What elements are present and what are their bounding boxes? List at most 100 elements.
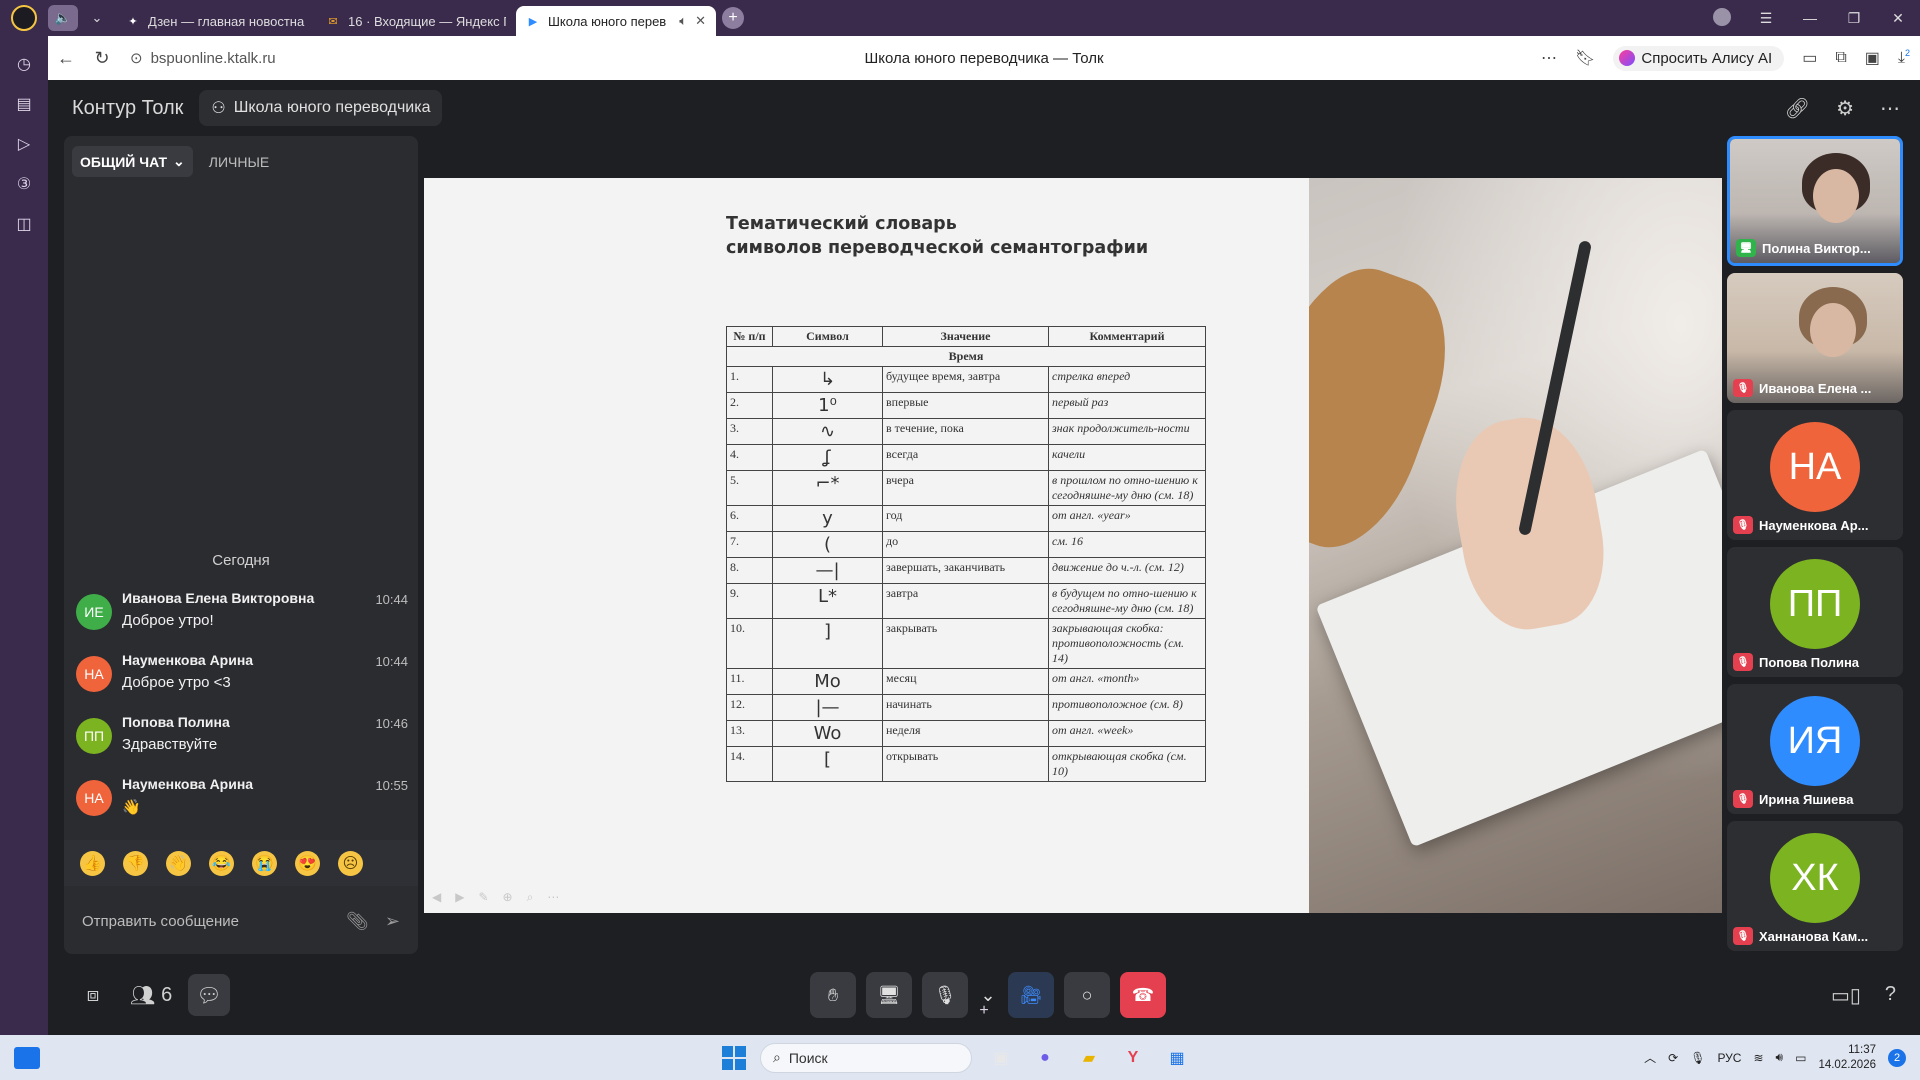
camera-button[interactable]: 🎥︎ (1008, 972, 1054, 1018)
play-icon[interactable]: ▷ (10, 130, 38, 158)
row-number: 5. (726, 470, 773, 506)
battery-icon[interactable]: ▭ (1795, 1051, 1806, 1065)
microphone-off-button[interactable]: 🎙︎ (922, 972, 968, 1018)
participant-tile[interactable]: ПП 🎙︎ Попова Полина (1727, 547, 1903, 677)
apps-icon[interactable]: ⧈ (72, 974, 114, 1016)
taskbar-search[interactable]: ⌕ Поиск (760, 1042, 972, 1073)
reaction-emoji[interactable]: 😍 (295, 850, 320, 876)
participant-tile[interactable]: НА 🎙︎ Науменкова Ар... (1727, 410, 1903, 540)
restore-button[interactable]: ❐ (1832, 10, 1876, 27)
tab-sound-icon[interactable]: 🔈 (48, 5, 78, 31)
participant-tile[interactable]: ИЯ 🎙︎ Ирина Яшиева (1727, 684, 1903, 814)
participants-button[interactable]: 👥︎ 6 (130, 974, 173, 1016)
reload-button[interactable]: ↻ (84, 48, 120, 69)
tray-chevron-icon[interactable]: ︿ (1644, 1049, 1656, 1066)
tab-private-chat[interactable]: ЛИЧНЫЕ (201, 147, 277, 177)
reaction-emoji[interactable]: 👍 (80, 850, 105, 876)
settings-icon[interactable]: ⚙ (1836, 96, 1854, 121)
notification-badge[interactable]: 2 (1888, 1048, 1906, 1067)
browser-tab[interactable]: ✦ Дзен — главная новостна (116, 6, 316, 36)
close-tab-icon[interactable]: ✕ (695, 13, 706, 29)
close-window-button[interactable]: ✕ (1876, 10, 1920, 27)
file-explorer-icon[interactable]: ▰ (1074, 1043, 1104, 1073)
store-icon[interactable]: ▦ (1162, 1043, 1192, 1073)
slide-prev-icon[interactable]: ◀ (432, 890, 441, 905)
collections-icon[interactable]: ▤ (10, 90, 38, 118)
message-time: 10:55 (375, 778, 408, 793)
attach-icon[interactable]: 📎︎ (346, 911, 369, 932)
history-icon[interactable]: ◷ (10, 50, 38, 78)
participant-tile[interactable]: 🎙︎ Иванова Елена ... (1727, 273, 1903, 403)
browser-logo-icon[interactable] (0, 0, 48, 36)
chat-message[interactable]: НА Науменкова Арина Доброе утро <3 10:44 (64, 644, 418, 706)
reaction-emoji[interactable]: ☹ (338, 850, 363, 876)
raise-hand-button[interactable]: ✋︎ (810, 972, 856, 1018)
yandex-browser-icon[interactable]: Y (1118, 1043, 1148, 1073)
profile-icon[interactable] (1700, 7, 1744, 29)
participant-tile[interactable]: ХК 🎙︎ Ханнанова Кам... (1727, 821, 1903, 951)
extensions-icon[interactable]: ⧉ (1835, 49, 1846, 67)
extension-check-icon[interactable]: ▣ (1865, 48, 1880, 68)
mic-tray-icon[interactable]: 🎙︎ (1690, 1051, 1705, 1065)
table-row: 12. |— начинать противоположное (см. 8) (726, 694, 1206, 721)
more-menu-icon[interactable]: ⋯ (1880, 96, 1900, 121)
browser-tab[interactable]: ▶ Школа юного перев 🔈︎ ✕ (516, 6, 716, 36)
site-info-icon[interactable]: ⊙ (130, 49, 143, 67)
start-button[interactable] (722, 1045, 746, 1070)
send-icon[interactable]: ➢ (385, 911, 400, 932)
volume-icon[interactable]: 🔊︎ (1776, 1050, 1784, 1065)
browser-tab[interactable]: ✉ 16 · Входящие — Яндекс Г (316, 6, 516, 36)
mic-options-chevron-icon[interactable]: ⌄ (978, 972, 998, 1018)
task-view-icon[interactable]: ▣ (986, 1043, 1016, 1073)
language-indicator[interactable]: РУС (1717, 1051, 1741, 1065)
chat-app-icon[interactable]: ● (1030, 1043, 1060, 1073)
tabs-dropdown-icon[interactable]: ⌄ (82, 5, 112, 31)
downloads-icon[interactable]: ⤓2 (1898, 48, 1910, 67)
clock[interactable]: 11:37 14.02.2026 (1818, 1043, 1876, 1073)
chat-message[interactable]: НА Науменкова Арина 👋 10:55 (64, 768, 418, 830)
sync-icon[interactable]: ⟳ (1668, 1051, 1678, 1065)
row-comment: движение до ч.-л. (см. 12) (1048, 557, 1206, 584)
url-field[interactable]: ⊙ bspuonline.ktalk.ru (130, 49, 276, 68)
layout-icon[interactable]: ▭▯ (1831, 983, 1861, 1008)
menu-icon[interactable]: ☰ (1744, 10, 1788, 27)
slide-next-icon[interactable]: ▶ (455, 890, 464, 905)
more-icon[interactable]: ⋯ (547, 890, 559, 905)
reaction-emoji[interactable]: 😂 (209, 850, 234, 876)
new-tab-button[interactable]: + (722, 7, 744, 29)
widgets-icon[interactable] (14, 1046, 40, 1069)
row-comment: качели (1048, 444, 1206, 471)
reaction-emoji[interactable]: 👋 (166, 850, 191, 876)
screen-share-button[interactable]: 🖥︎ (866, 972, 912, 1018)
zoom-icon[interactable]: ⊕ (503, 890, 513, 905)
search-icon[interactable]: ⌕ (527, 890, 534, 905)
chat-message[interactable]: ПП Попова Полина Здравствуйте 10:46 (64, 706, 418, 768)
participant-name: Ирина Яшиева (1759, 791, 1854, 807)
leave-call-button[interactable]: ☎︎ (1120, 972, 1166, 1018)
help-icon[interactable]: ? (1885, 983, 1896, 1008)
pen-icon[interactable]: ✎ (478, 890, 488, 905)
record-button[interactable]: ○ (1064, 972, 1110, 1018)
number-three-icon[interactable]: ③ (10, 170, 38, 198)
room-name-pill[interactable]: ⚇ Школа юного переводчика (199, 90, 443, 126)
link-icon[interactable]: 🔗︎ (1785, 96, 1810, 121)
wifi-icon[interactable]: ≋ (1753, 1051, 1763, 1065)
message-author: Науменкова Арина (122, 776, 254, 792)
message-input[interactable]: Отправить сообщение (82, 913, 330, 930)
screenshot-icon[interactable]: ◫ (10, 210, 38, 238)
chat-message[interactable]: ИЕ Иванова Елена Викторовна Доброе утро!… (64, 582, 418, 644)
bookmark-icon[interactable]: 🔖︎ (1575, 48, 1595, 68)
search-icon: ⌕ (773, 1049, 781, 1065)
ask-alisa-button[interactable]: Спросить Алису AI (1613, 45, 1785, 71)
back-button[interactable]: ← (48, 48, 84, 69)
table-section-header: Время (726, 346, 1206, 367)
minimize-button[interactable]: — (1788, 10, 1832, 26)
reaction-emoji[interactable]: 👎 (123, 850, 148, 876)
tab-sound-icon[interactable]: 🔈︎ (679, 13, 687, 29)
tab-general-chat[interactable]: ОБЩИЙ ЧАТ ⌄ (72, 146, 193, 177)
chat-toggle-button[interactable]: 💬︎ (188, 974, 230, 1016)
battery-saver-icon[interactable]: ▭ (1802, 48, 1817, 68)
participant-tile[interactable]: 🖥︎ Полина Виктор... (1727, 136, 1903, 266)
reaction-emoji[interactable]: 😭 (252, 850, 277, 876)
more-options-icon[interactable]: ⋯ (1541, 48, 1557, 68)
